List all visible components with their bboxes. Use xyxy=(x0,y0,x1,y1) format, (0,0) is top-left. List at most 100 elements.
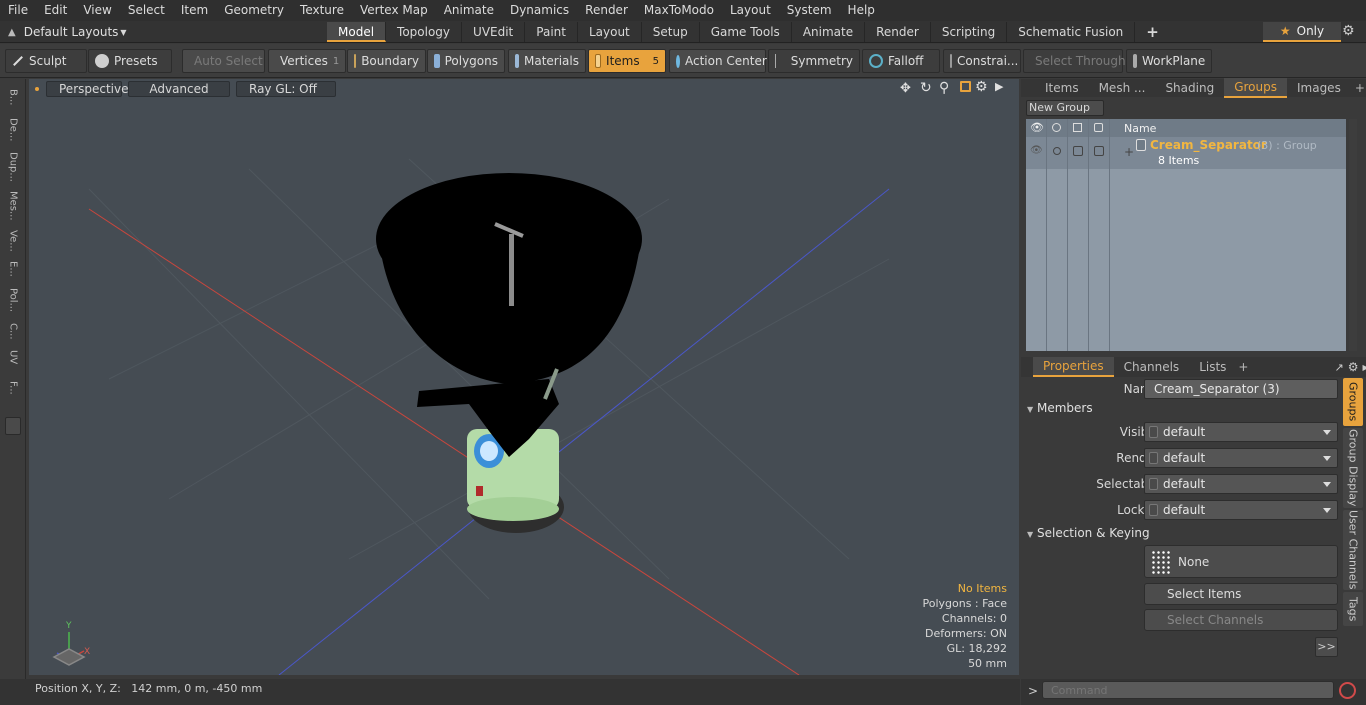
fit-view-icon[interactable] xyxy=(960,81,971,92)
left-tab-deform[interactable]: De... xyxy=(4,113,22,147)
tab-mesh[interactable]: Mesh ... xyxy=(1089,79,1156,97)
tab-properties[interactable]: Properties xyxy=(1033,357,1114,377)
group-name[interactable]: Cream_Separator xyxy=(1150,138,1267,152)
menu-animate[interactable]: Animate xyxy=(436,0,502,21)
action-center-button[interactable]: Action Center xyxy=(669,49,767,73)
tab-game-tools[interactable]: Game Tools xyxy=(700,22,792,42)
expand-plus-icon[interactable]: + xyxy=(1124,145,1134,159)
new-group-button[interactable]: New Group xyxy=(1026,100,1104,116)
layouts-dropdown[interactable]: ▲ Default Layouts ▼ xyxy=(8,21,127,43)
tab-groups[interactable]: Groups xyxy=(1224,78,1287,98)
menu-texture[interactable]: Texture xyxy=(292,0,352,21)
group-row[interactable]: 👁 + Cream_Separator (3) : Group 8 Items xyxy=(1026,137,1346,169)
left-tab-polygon[interactable]: Pol... xyxy=(4,283,22,317)
selectable-checkbox[interactable] xyxy=(1149,478,1158,490)
select-channels-button[interactable]: Select Channels xyxy=(1144,609,1338,631)
rotate-view-icon[interactable]: ↻ xyxy=(920,80,932,96)
advanced-dropdown[interactable]: Advanced xyxy=(128,81,230,97)
add-props-tab-icon[interactable]: + xyxy=(1238,360,1248,374)
viewport-expand-icon[interactable]: ▶ xyxy=(995,80,1003,93)
props-expand-icon[interactable]: ↗ xyxy=(1334,361,1343,374)
workplane-button[interactable]: WorkPlane xyxy=(1126,49,1212,73)
tab-uvedit[interactable]: UVEdit xyxy=(462,22,526,42)
left-tab-edge[interactable]: E... xyxy=(4,257,22,281)
tab-lists[interactable]: Lists xyxy=(1189,358,1236,376)
vertices-button[interactable]: Vertices 1 xyxy=(268,49,346,73)
tab-model[interactable]: Model xyxy=(327,22,387,42)
side-tab-groups[interactable]: Groups xyxy=(1343,378,1363,426)
polygons-button[interactable]: Polygons xyxy=(427,49,505,73)
left-tab-basic[interactable]: B... xyxy=(4,83,22,111)
row-render-icon[interactable] xyxy=(1053,147,1061,155)
3d-viewport[interactable]: Perspective Advanced Ray GL: Off ✥ ↻ ⚲ ⚙… xyxy=(29,79,1019,675)
raygl-dropdown[interactable]: Ray GL: Off xyxy=(236,81,336,97)
side-tab-tags[interactable]: Tags xyxy=(1343,592,1363,626)
boundary-button[interactable]: Boundary xyxy=(347,49,426,73)
locked-dropdown[interactable]: default xyxy=(1144,500,1338,520)
symmetry-button[interactable]: Symmetry xyxy=(768,49,860,73)
left-tab-mesh[interactable]: Mes... xyxy=(4,187,22,225)
keying-none-button[interactable]: None xyxy=(1144,545,1338,578)
menu-file[interactable]: File xyxy=(0,0,36,21)
left-strip-toggle[interactable] xyxy=(5,417,21,435)
record-icon[interactable] xyxy=(1339,682,1356,699)
menu-layout[interactable]: Layout xyxy=(722,0,779,21)
menu-view[interactable]: View xyxy=(75,0,119,21)
locked-checkbox[interactable] xyxy=(1149,504,1158,516)
collapse-arrow-icon[interactable]: ▲ xyxy=(8,27,16,38)
members-section[interactable]: ▼ Members xyxy=(1027,401,1093,419)
add-tab-icon[interactable]: + xyxy=(1355,81,1365,95)
side-tab-user-channels[interactable]: User Channels xyxy=(1343,510,1363,590)
viewport-gear-icon[interactable]: ⚙ xyxy=(975,79,988,95)
name-field[interactable]: Cream_Separator (3) xyxy=(1144,379,1338,399)
select-through-button[interactable]: Select Through xyxy=(1023,49,1126,73)
render-dropdown[interactable]: default xyxy=(1144,448,1338,468)
constraints-button[interactable]: Constrai... xyxy=(943,49,1021,73)
row-lock-checkbox[interactable] xyxy=(1094,146,1104,156)
tab-render[interactable]: Render xyxy=(865,22,931,42)
materials-button[interactable]: Materials xyxy=(508,49,586,73)
selectable-dropdown[interactable]: default xyxy=(1144,474,1338,494)
list-scrollbar[interactable] xyxy=(1349,119,1357,351)
left-tab-vertex[interactable]: Ve... xyxy=(4,227,22,255)
viewport-menu-dot[interactable] xyxy=(35,87,39,91)
visible-checkbox[interactable] xyxy=(1149,426,1158,438)
tab-shading[interactable]: Shading xyxy=(1155,79,1224,97)
group-list[interactable]: 👁 Name 👁 + Cream_Separator (3) : Group 8… xyxy=(1026,119,1346,351)
auto-select-button[interactable]: Auto Select xyxy=(182,49,265,73)
presets-button[interactable]: Presets xyxy=(88,49,172,73)
tab-topology[interactable]: Topology xyxy=(386,22,463,42)
zoom-icon[interactable]: ⚲ xyxy=(939,80,949,96)
props-gear-icon[interactable]: ⚙ xyxy=(1348,360,1359,374)
left-tab-curve[interactable]: C... xyxy=(4,319,22,343)
items-button[interactable]: Items 5 xyxy=(588,49,666,73)
perspective-dropdown[interactable]: Perspective xyxy=(46,81,129,97)
move-view-icon[interactable]: ✥ xyxy=(900,81,911,96)
add-tab-icon[interactable]: + xyxy=(1135,22,1170,42)
tab-animate[interactable]: Animate xyxy=(792,22,866,42)
row-select-checkbox[interactable] xyxy=(1073,146,1083,156)
menu-edit[interactable]: Edit xyxy=(36,0,75,21)
menu-help[interactable]: Help xyxy=(840,0,883,21)
select-items-button[interactable]: Select Items xyxy=(1144,583,1338,605)
sculpt-button[interactable]: Sculpt xyxy=(5,49,87,73)
left-tab-uv[interactable]: UV xyxy=(4,345,22,369)
menu-maxtomodo[interactable]: MaxToModo xyxy=(636,0,722,21)
tab-images[interactable]: Images xyxy=(1287,79,1351,97)
selection-keying-section[interactable]: ▼ Selection & Keying xyxy=(1027,526,1150,544)
only-toggle[interactable]: ★ Only xyxy=(1263,22,1341,42)
menu-dynamics[interactable]: Dynamics xyxy=(502,0,577,21)
command-input[interactable] xyxy=(1042,681,1334,699)
tab-scripting[interactable]: Scripting xyxy=(931,22,1008,42)
left-tab-duplicate[interactable]: Dup... xyxy=(4,149,22,185)
menu-select[interactable]: Select xyxy=(120,0,173,21)
side-tab-group-display[interactable]: Group Display xyxy=(1343,428,1363,508)
more-button[interactable]: >> xyxy=(1315,637,1338,657)
gear-icon[interactable]: ⚙ xyxy=(1342,23,1355,39)
left-tab-fusion[interactable]: F... xyxy=(4,371,22,405)
props-more-icon[interactable]: ▶ xyxy=(1362,363,1366,372)
menu-vertex-map[interactable]: Vertex Map xyxy=(352,0,436,21)
visible-dropdown[interactable]: default xyxy=(1144,422,1338,442)
tab-channels[interactable]: Channels xyxy=(1114,358,1190,376)
menu-render[interactable]: Render xyxy=(577,0,636,21)
